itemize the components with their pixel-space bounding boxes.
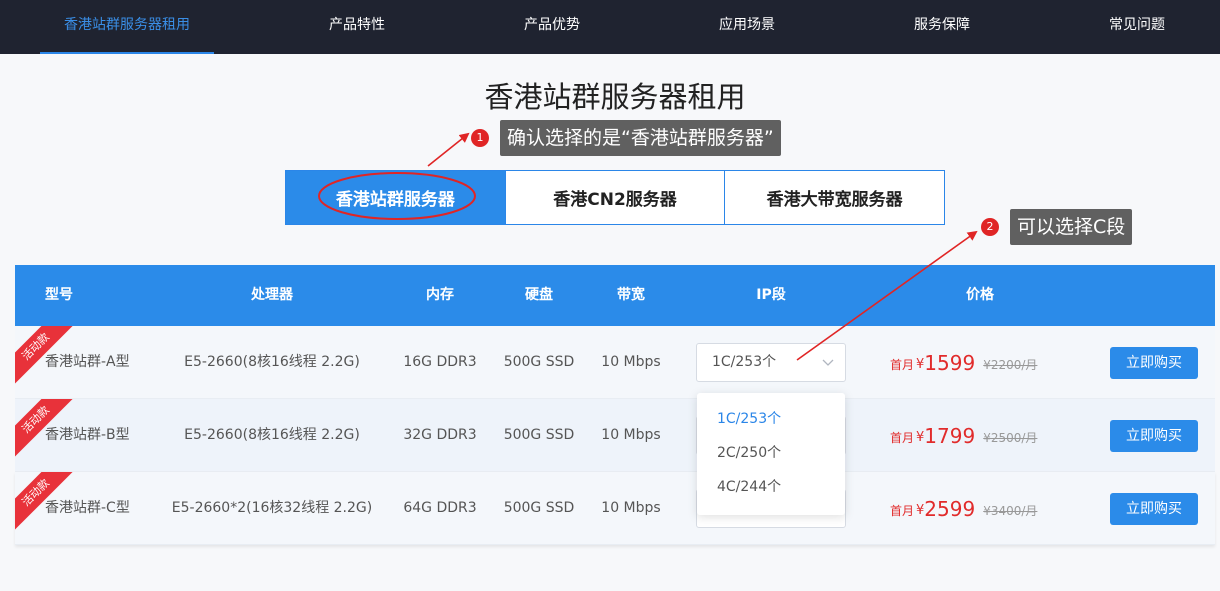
- cpu-cell: E5-2660(8核16线程 2.2G): [184, 427, 360, 443]
- table-row: 活动款 香港站群-B型 E5-2660(8核16线程 2.2G) 32G DDR…: [15, 399, 1215, 472]
- buy-now-button[interactable]: 立即购买: [1110, 493, 1198, 525]
- nav-item-features[interactable]: 产品特性: [307, 0, 407, 54]
- header-price: 价格: [966, 287, 994, 303]
- dropdown-option-1c[interactable]: 1C/253个: [697, 402, 845, 436]
- bandwidth-cell: 10 Mbps: [601, 427, 661, 443]
- original-price: ¥2200/月: [983, 358, 1038, 372]
- nav-item-advantages[interactable]: 产品优势: [502, 0, 602, 54]
- memory-cell: 16G DDR3: [403, 354, 477, 370]
- memory-cell: 32G DDR3: [403, 427, 477, 443]
- table-row: 活动款 香港站群-C型 E5-2660*2(16核32线程 2.2G) 64G …: [15, 472, 1215, 545]
- price-value: 1799: [924, 423, 976, 448]
- original-price: ¥3400/月: [983, 504, 1038, 518]
- tab-hk-cluster-server[interactable]: 香港站群服务器: [286, 171, 505, 224]
- price-block: 首月 ¥ 1799 ¥2500/月: [890, 399, 1038, 471]
- cpu-cell: E5-2660*2(16核32线程 2.2G): [171, 500, 373, 516]
- currency-symbol: ¥: [916, 502, 925, 518]
- annotation-callout-1: 确认选择的是“香港站群服务器”: [500, 120, 781, 156]
- ip-range-select[interactable]: 1C/253个: [696, 343, 846, 382]
- buy-now-button[interactable]: 立即购买: [1110, 347, 1198, 379]
- nav-item-guarantee[interactable]: 服务保障: [892, 0, 992, 54]
- price-block: 首月 ¥ 2599 ¥3400/月: [890, 472, 1038, 544]
- disk-cell: 500G SSD: [503, 354, 575, 370]
- price-prefix: 首月: [890, 504, 915, 518]
- price-block: 首月 ¥ 1599 ¥2200/月: [890, 326, 1038, 398]
- price-value: 2599: [924, 496, 976, 521]
- nav-item-scenarios[interactable]: 应用场景: [697, 0, 797, 54]
- memory-cell: 64G DDR3: [403, 500, 477, 516]
- currency-symbol: ¥: [916, 429, 925, 445]
- top-navigation: 香港站群服务器租用 产品特性 产品优势 应用场景 服务保障 常见问题: [0, 0, 1220, 54]
- model-cell: 香港站群-C型: [45, 500, 130, 516]
- table-header: 型号 处理器 内存 硬盘 带宽 IP段 价格: [15, 265, 1215, 326]
- disk-cell: 500G SSD: [503, 427, 575, 443]
- dropdown-option-4c[interactable]: 4C/244个: [697, 470, 845, 504]
- header-disk: 硬盘: [525, 287, 553, 303]
- currency-symbol: ¥: [916, 356, 925, 372]
- tab-hk-bandwidth-server[interactable]: 香港大带宽服务器: [724, 171, 944, 224]
- header-ip-range: IP段: [756, 287, 786, 303]
- header-bandwidth: 带宽: [617, 287, 645, 303]
- buy-now-button[interactable]: 立即购买: [1110, 420, 1198, 452]
- header-cpu: 处理器: [251, 287, 293, 303]
- bandwidth-cell: 10 Mbps: [601, 500, 661, 516]
- price-prefix: 首月: [890, 431, 915, 445]
- annotation-arrow-1: [427, 132, 470, 167]
- tab-hk-cn2-server[interactable]: 香港CN2服务器: [504, 171, 725, 224]
- pricing-table: 型号 处理器 内存 硬盘 带宽 IP段 价格 活动款 香港站群-A型 E5-26…: [15, 265, 1215, 545]
- header-model: 型号: [45, 287, 73, 303]
- page-title: 香港站群服务器租用: [484, 80, 746, 114]
- ip-range-dropdown: 1C/253个 2C/250个 4C/244个: [697, 393, 845, 515]
- price-value: 1599: [924, 350, 976, 375]
- disk-cell: 500G SSD: [503, 500, 575, 516]
- price-prefix: 首月: [890, 358, 915, 372]
- table-row: 活动款 香港站群-A型 E5-2660(8核16线程 2.2G) 16G DDR…: [15, 326, 1215, 399]
- ip-range-value: 1C/253个: [712, 354, 777, 370]
- cpu-cell: E5-2660(8核16线程 2.2G): [184, 354, 360, 370]
- annotation-badge-1: 1: [471, 129, 489, 147]
- header-memory: 内存: [426, 287, 454, 303]
- annotation-badge-2: 2: [981, 218, 999, 236]
- model-cell: 香港站群-B型: [45, 427, 130, 443]
- original-price: ¥2500/月: [983, 431, 1038, 445]
- model-cell: 香港站群-A型: [45, 354, 130, 370]
- nav-item-rental[interactable]: 香港站群服务器租用: [40, 0, 214, 54]
- product-tabs: 香港站群服务器 香港CN2服务器 香港大带宽服务器: [285, 170, 945, 225]
- bandwidth-cell: 10 Mbps: [601, 354, 661, 370]
- nav-item-faq[interactable]: 常见问题: [1087, 0, 1187, 54]
- annotation-callout-2: 可以选择C段: [1010, 209, 1133, 245]
- dropdown-option-2c[interactable]: 2C/250个: [697, 436, 845, 470]
- chevron-down-icon: [822, 359, 834, 366]
